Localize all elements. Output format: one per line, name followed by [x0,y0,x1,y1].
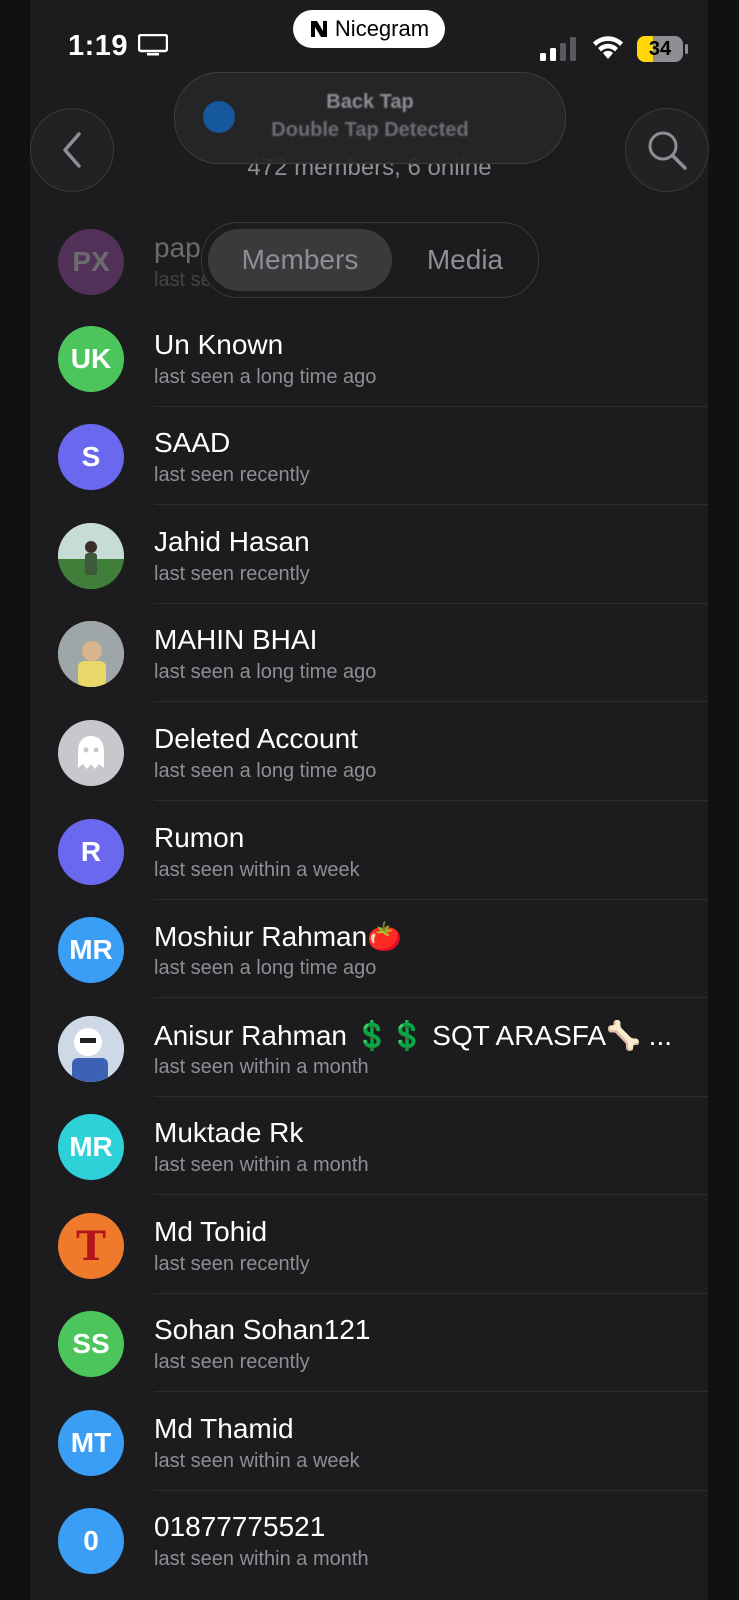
search-icon [648,131,687,170]
member-name: SAAD [154,427,231,458]
wifi-icon [593,36,623,59]
avatar: PX [58,229,124,295]
person-photo-icon [58,621,124,687]
tab-media[interactable]: Media [392,223,538,297]
list-item[interactable]: MR Muktade Rk last seen within a month [30,1097,708,1195]
screen-mirroring-icon [138,34,168,56]
battery-indicator: 34 [637,36,689,62]
member-status: last seen recently [154,1253,310,1275]
toast-subtitle: Double Tap Detected [271,119,469,141]
member-name: Md Thamid [154,1413,294,1444]
member-status: last seen a long time ago [154,661,377,683]
member-status: last seen recently [154,563,310,585]
avatar: SS [58,1311,124,1377]
back-tap-toast: Back Tap Double Tap Detected [174,72,566,164]
member-name: Rumon [154,822,245,853]
avatar-photo [58,523,124,589]
avatar: T [58,1213,124,1279]
avatar: R [58,819,124,885]
list-item[interactable]: SS Sohan Sohan121 last seen recently [30,1294,708,1392]
member-status: last seen within a month [154,1056,369,1078]
status-time: 1:19 [68,30,129,62]
list-item[interactable]: Jahid Hasan last seen recently [30,506,708,604]
member-name: Moshiur Rahman🍅 [154,921,403,952]
list-item[interactable]: R Rumon last seen within a week [30,802,708,900]
nicegram-logo-icon [310,21,327,37]
member-name: Sohan Sohan121 [154,1314,371,1345]
avatar-photo [58,1016,124,1082]
member-name: Deleted Account [154,723,358,754]
person-photo-icon [58,523,124,589]
member-status: last seen within a month [154,1548,369,1570]
avatar: 0 [58,1508,124,1574]
list-item[interactable]: 0 01877775521 last seen within a month [30,1491,708,1589]
ghost-icon [78,736,104,769]
avatar: S [58,424,124,490]
member-name: Anisur Rahman 💲💲 SQT ARASFA🦴 ... [154,1020,673,1051]
chevron-left-icon [63,132,81,168]
member-name: MAHIN BHAI [154,624,318,655]
back-button[interactable] [30,108,114,192]
list-item[interactable]: MAHIN BHAI last seen a long time ago [30,604,708,702]
list-item[interactable]: Anisur Rahman 💲💲 SQT ARASFA🦴 ... last se… [30,999,708,1097]
cellular-signal-icon [540,37,576,61]
member-name: Md Tohid [154,1216,268,1247]
list-item[interactable]: UK Un Known last seen a long time ago [30,309,708,407]
list-item[interactable]: MT Md Thamid last seen within a week [30,1393,708,1491]
search-button[interactable] [625,108,709,192]
member-name: Jahid Hasan [154,526,310,557]
battery-level: 34 [648,38,672,60]
member-status: last seen a long time ago [154,957,377,979]
avatar: MT [58,1410,124,1476]
tab-members[interactable]: Members [208,223,392,297]
avatar: MR [58,1114,124,1180]
avatar-photo [58,621,124,687]
members-media-tabs: Members Media [201,222,539,298]
app-name: Nicegram [334,16,430,41]
member-status: last seen within a week [154,859,360,881]
member-status: last seen a long time ago [154,366,377,388]
list-item[interactable]: T Md Tohid last seen recently [30,1196,708,1294]
member-name: Muktade Rk [154,1117,304,1148]
member-status: last seen recently [154,1351,310,1373]
member-status: last seen a long time ago [154,760,377,782]
list-item[interactable]: S SAAD last seen recently [30,407,708,505]
toast-title: Back Tap [326,91,414,113]
avatar: UK [58,326,124,392]
app-pill[interactable]: Nicegram [293,10,445,48]
member-status: last seen within a week [154,1450,360,1472]
list-item[interactable]: MR Moshiur Rahman🍅 last seen a long time… [30,900,708,998]
list-item[interactable]: Deleted Account last seen a long time ag… [30,703,708,801]
member-status: last seen within a month [154,1154,369,1176]
member-status: last seen recently [154,464,310,486]
member-name: Un Known [154,329,284,360]
helmet-character-icon [58,1016,124,1082]
member-name: 01877775521 [154,1511,326,1542]
avatar: MR [58,917,124,983]
avatar [58,720,124,786]
